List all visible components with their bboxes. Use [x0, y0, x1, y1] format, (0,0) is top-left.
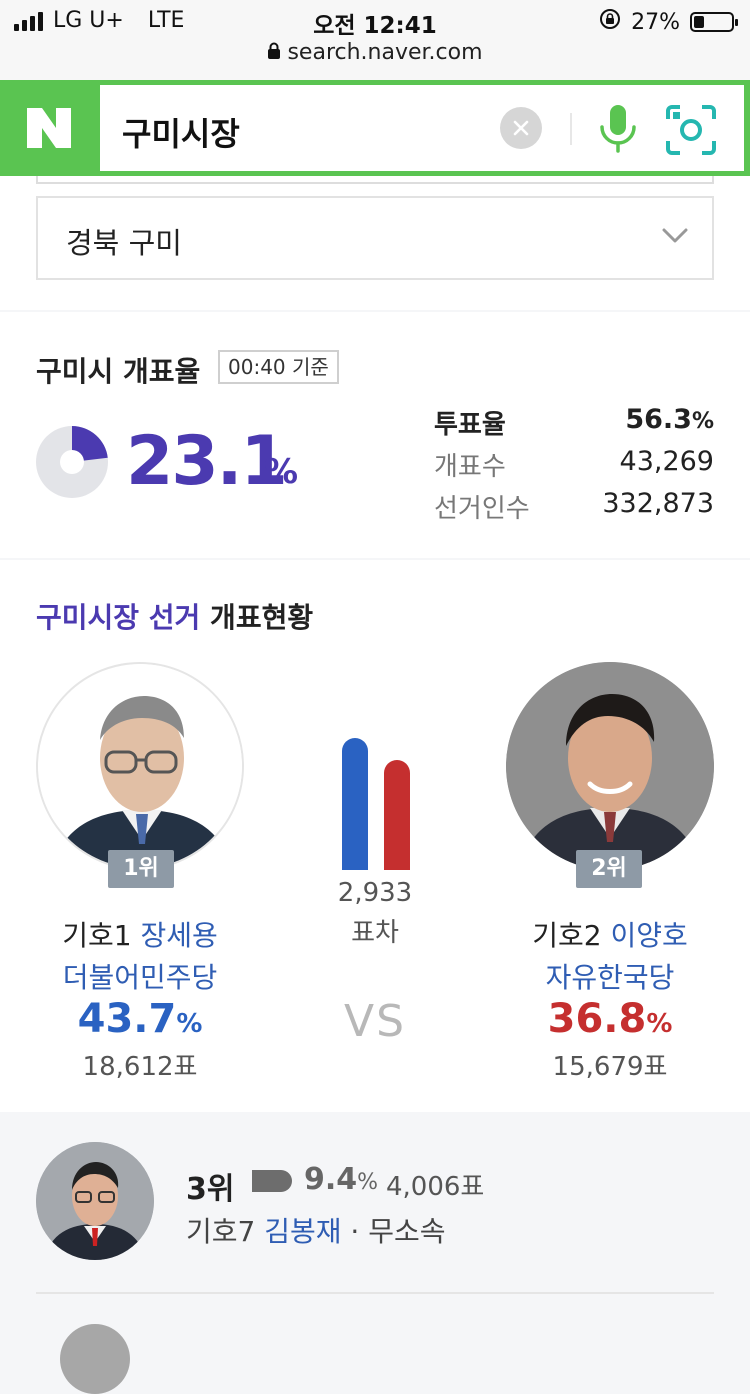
- electorate-label: 선거인수: [434, 494, 530, 524]
- candidate-2-name: 이양호: [610, 919, 688, 952]
- region-filter: 경북 구미: [0, 176, 750, 310]
- candidate-3-party: 무소속: [368, 1215, 446, 1248]
- voice-search-button[interactable]: [596, 103, 640, 155]
- candidate-3-row[interactable]: 3위 9.4% 4,006표 기호7 김봉재 · 무소속: [0, 1114, 750, 1394]
- orientation-lock-icon: [599, 8, 621, 36]
- section-title: 구미시장 선거 개표현황: [36, 601, 314, 634]
- lens-search-button[interactable]: [666, 105, 716, 155]
- status-bar: LG U+ LTE 오전 12:41 search.naver.com 27%: [0, 0, 750, 80]
- chevron-down-icon: [662, 228, 688, 248]
- counting-rate-pie: [36, 426, 108, 498]
- close-icon: [513, 120, 529, 136]
- next-candidate-photo[interactable]: [60, 1324, 130, 1394]
- candidate-1-bar: [342, 738, 368, 870]
- vote-gap-value: 2,933: [337, 878, 413, 908]
- battery-percent: 27%: [631, 9, 680, 35]
- counting-rate-unit: %: [264, 452, 299, 492]
- search-input[interactable]: 구미시장: [100, 85, 744, 171]
- candidate-2-party[interactable]: 자유한국당: [480, 956, 740, 996]
- candidate-1-photo[interactable]: [36, 662, 244, 870]
- url-bar[interactable]: search.naver.com: [0, 40, 750, 66]
- rank-badge-1: 1위: [108, 850, 174, 888]
- url-text: search.naver.com: [287, 40, 483, 65]
- candidate-3-photo[interactable]: [36, 1142, 154, 1260]
- clear-button[interactable]: [500, 107, 542, 149]
- naver-logo[interactable]: [0, 80, 98, 176]
- battery-icon: [690, 12, 738, 32]
- candidate-3-rank: 3위: [186, 1172, 235, 1207]
- as-of-badge: 00:40 기준: [218, 350, 339, 384]
- vs-label: VS: [343, 996, 407, 1047]
- region-select[interactable]: 경북 구미: [36, 196, 714, 280]
- previous-select-edge: [36, 176, 714, 184]
- counting-rate-percent: 23.1: [126, 422, 288, 501]
- turnout-label: 투표율: [434, 410, 506, 440]
- lock-icon: [267, 41, 281, 66]
- candidate-2-percent: 36.8%: [547, 996, 673, 1042]
- candidate-1-votes: 18,612표: [82, 1052, 198, 1082]
- rank-badge-2: 2위: [576, 850, 642, 888]
- candidate-3-votes: 4,006표: [386, 1172, 485, 1202]
- vote-gap-label: 표차: [351, 918, 399, 948]
- camera-lens-icon: [666, 105, 716, 155]
- divider: [570, 113, 572, 145]
- turnout-value: 56.3%: [625, 404, 714, 435]
- candidate-2-votes: 15,679표: [552, 1052, 668, 1082]
- microphone-icon: [600, 105, 636, 153]
- search-query[interactable]: 구미시장: [122, 109, 240, 155]
- counted-value: 43,269: [619, 446, 714, 477]
- candidate-3-percent: 9.4%: [304, 1162, 379, 1197]
- counted-label: 개표수: [434, 452, 506, 482]
- candidate-1-name-line[interactable]: 기호1 장세용: [20, 914, 260, 954]
- candidate-2-photo[interactable]: [506, 662, 714, 870]
- candidate-2-bar: [384, 760, 410, 870]
- counting-status-card: 구미시장 선거 개표현황 1위 기호1 장세용 더불어민주당 43.7% 18,…: [0, 560, 750, 1112]
- candidate-3-name[interactable]: 김봉재: [264, 1215, 341, 1248]
- divider: [36, 1292, 714, 1294]
- region-select-value: 경북 구미: [66, 226, 182, 260]
- counting-rate-title: 구미시 개표율: [36, 355, 201, 388]
- candidate-1-percent: 43.7%: [77, 996, 203, 1042]
- candidate-2-name-line[interactable]: 기호2 이양호: [490, 914, 730, 954]
- candidate-3-info: 기호7 김봉재 · 무소속: [186, 1215, 446, 1248]
- counting-rate-card: 구미시 개표율 00:40 기준 23.1 % 투표율 56.3% 개표수 43…: [0, 312, 750, 558]
- candidate-3-bar: [252, 1170, 292, 1192]
- candidate-1-party[interactable]: 더불어민주당: [10, 956, 270, 996]
- status-right: 27%: [599, 8, 738, 36]
- candidate-1-name: 장세용: [140, 919, 218, 952]
- electorate-value: 332,873: [602, 488, 714, 519]
